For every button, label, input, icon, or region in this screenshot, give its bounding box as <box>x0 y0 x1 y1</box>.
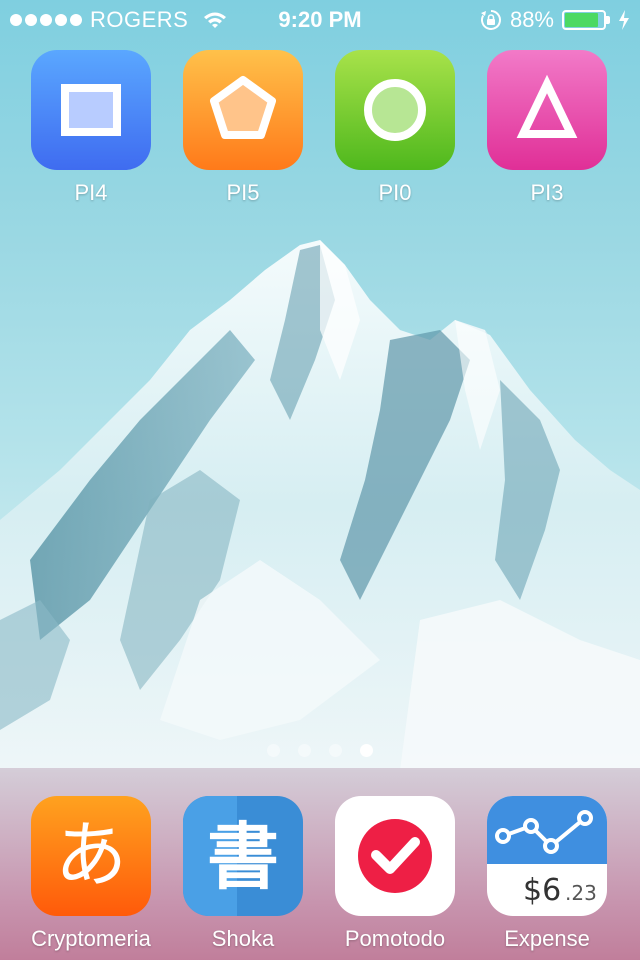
app-icon-cryptomeria[interactable]: あ <box>31 796 151 916</box>
page-dot[interactable] <box>298 744 311 757</box>
app-cryptomeria[interactable]: あ Cryptomeria <box>16 796 166 952</box>
rotation-lock-icon <box>480 10 501 30</box>
app-shoka[interactable]: 書 Shoka <box>168 796 318 952</box>
expense-cents: .23 <box>565 881 597 905</box>
triangle-icon <box>516 74 578 138</box>
app-label: PI5 <box>226 180 260 205</box>
app-label: Pomotodo <box>344 926 446 951</box>
app-icon-pi4[interactable] <box>31 50 151 170</box>
app-pi4[interactable]: PI4 <box>16 50 166 206</box>
app-icon-pi0[interactable] <box>335 50 455 170</box>
app-icon-shoka[interactable]: 書 <box>183 796 303 916</box>
hiragana-glyph: あ <box>55 813 127 897</box>
square-icon <box>61 84 121 136</box>
app-label: PI0 <box>378 180 412 205</box>
app-pi3[interactable]: PI3 <box>472 50 622 206</box>
app-label: PI3 <box>530 180 564 205</box>
status-bar: ROGERS 9:20 PM 88% <box>0 0 640 40</box>
app-pomotodo[interactable]: Pomotodo <box>320 796 470 952</box>
expense-amount: $6 <box>523 873 561 908</box>
circle-icon <box>364 79 426 141</box>
app-expense[interactable]: $6 .23 Expense <box>472 796 622 952</box>
charging-bolt-icon <box>619 10 629 30</box>
page-dot[interactable] <box>360 744 373 757</box>
app-label: Shoka <box>211 926 275 951</box>
app-icon-pomotodo[interactable] <box>335 796 455 916</box>
battery-percent: 88% <box>509 7 554 32</box>
checkmark-circle-icon <box>358 819 432 893</box>
app-icon-expense[interactable]: $6 .23 <box>487 796 607 916</box>
page-dot[interactable] <box>267 744 280 757</box>
status-right: 88% <box>480 0 630 40</box>
kanji-glyph: 書 <box>207 814 279 899</box>
page-indicator[interactable] <box>0 744 640 758</box>
dock: あ Cryptomeria 書 Shoka Pomotodo $6 .23 Ex… <box>0 768 640 960</box>
battery-level <box>565 13 599 27</box>
battery-icon <box>562 10 610 30</box>
app-pi0[interactable]: PI0 <box>320 50 470 206</box>
page-dot[interactable] <box>329 744 342 757</box>
app-icon-pi5[interactable] <box>183 50 303 170</box>
app-label: Expense <box>504 926 590 951</box>
line-graph-icon: $6 .23 <box>487 796 607 908</box>
app-label: Cryptomeria <box>31 926 151 951</box>
app-pi5[interactable]: PI5 <box>168 50 318 206</box>
pentagon-icon <box>210 76 276 139</box>
app-label: PI4 <box>74 180 108 205</box>
kanji-book-icon: 書 <box>183 796 279 916</box>
hiragana-a-icon: あ <box>55 813 127 897</box>
app-icon-pi3[interactable] <box>487 50 607 170</box>
